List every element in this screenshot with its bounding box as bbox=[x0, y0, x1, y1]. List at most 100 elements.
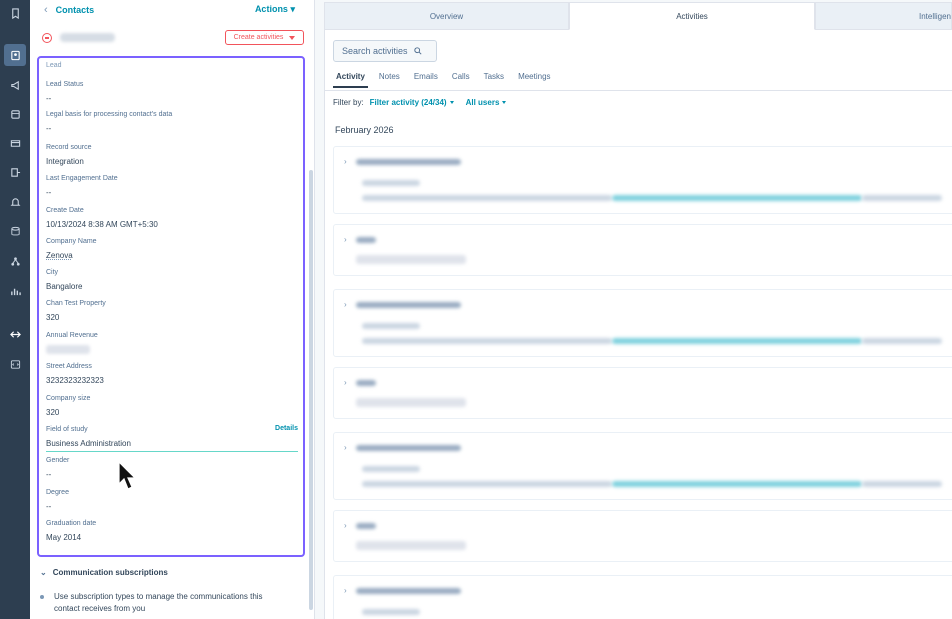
property-label: Street Address bbox=[46, 363, 92, 370]
property-label: Graduation date bbox=[46, 520, 97, 527]
property-street-address[interactable]: Street Address 3232323232323 bbox=[46, 362, 298, 386]
subtab-activity[interactable]: Activity bbox=[333, 68, 368, 88]
mouse-cursor-icon bbox=[118, 460, 137, 490]
code-icon[interactable] bbox=[6, 355, 24, 373]
search-activities-input[interactable]: Search activities bbox=[333, 40, 437, 62]
property-company-name[interactable]: Company Name Zenova bbox=[46, 237, 298, 261]
chevron-left-icon: ‹ bbox=[44, 4, 48, 16]
property-value: 3232323232323 bbox=[46, 376, 104, 385]
subtab-notes[interactable]: Notes bbox=[376, 68, 403, 88]
network-icon[interactable] bbox=[6, 252, 24, 270]
arrows-icon[interactable] bbox=[6, 325, 24, 343]
tab-overview[interactable]: Overview bbox=[324, 2, 569, 30]
property-label: Degree bbox=[46, 489, 69, 496]
activity-card[interactable]: › bbox=[333, 575, 952, 619]
subtabs-divider bbox=[325, 90, 952, 91]
calendar-icon[interactable] bbox=[6, 105, 24, 123]
tab-label: Activities bbox=[676, 11, 708, 21]
property-gender[interactable]: Gender -- bbox=[46, 456, 298, 480]
subtab-calls[interactable]: Calls bbox=[449, 68, 473, 88]
chevron-right-icon: › bbox=[344, 157, 347, 166]
search-placeholder: Search activities bbox=[342, 46, 408, 56]
tab-label: Intelligen bbox=[918, 11, 951, 21]
app-window: ‹ Contacts Actions ▾ Create activities L… bbox=[0, 0, 952, 619]
property-last-engagement-date[interactable]: Last Engagement Date -- bbox=[46, 174, 298, 198]
company-logo-icon bbox=[42, 33, 52, 43]
activity-body-redacted bbox=[362, 338, 612, 344]
property-annual-revenue[interactable]: Annual Revenue bbox=[46, 331, 298, 354]
activity-card[interactable]: › bbox=[333, 432, 952, 500]
actions-label: Actions bbox=[254, 4, 288, 14]
properties-panel: Lead Lead Status -- Legal basis for proc… bbox=[37, 56, 305, 557]
property-create-date[interactable]: Create Date 10/13/2024 8:38 AM GMT+5:30 bbox=[46, 206, 298, 230]
subtab-tasks[interactable]: Tasks bbox=[481, 68, 507, 88]
sidebar-scrollbar[interactable] bbox=[309, 170, 313, 610]
property-legal-basis[interactable]: Legal basis for processing contact's dat… bbox=[46, 110, 298, 134]
activity-card[interactable]: › bbox=[333, 224, 952, 276]
property-value: Zenova bbox=[46, 251, 73, 260]
property-label: Annual Revenue bbox=[46, 332, 98, 339]
activity-card[interactable]: › bbox=[333, 367, 952, 419]
bookmark-icon[interactable] bbox=[6, 4, 24, 22]
property-value: Bangalore bbox=[46, 282, 83, 291]
bell-icon[interactable] bbox=[6, 193, 24, 211]
filter-activity-dropdown[interactable]: Filter activity (24/34) bbox=[370, 98, 454, 107]
activity-card[interactable]: › bbox=[333, 146, 952, 214]
activity-body-redacted bbox=[862, 195, 942, 201]
property-label: Record source bbox=[46, 144, 92, 151]
activity-type-tabs: Activity Notes Emails Calls Tasks Meetin… bbox=[333, 68, 554, 88]
communication-subscriptions-section: ⌄ Communication subscriptions Use subscr… bbox=[40, 568, 305, 615]
property-chan-test-property[interactable]: Chan Test Property 320 bbox=[46, 299, 298, 323]
property-label: Lead Status bbox=[46, 81, 84, 88]
property-value: -- bbox=[46, 94, 52, 103]
back-to-contacts-link[interactable]: ‹ Contacts bbox=[44, 4, 94, 16]
lead-faded-label: Lead bbox=[46, 62, 62, 69]
property-value-redacted bbox=[46, 345, 90, 354]
caret-down-icon bbox=[502, 101, 507, 105]
contact-sidebar: ‹ Contacts Actions ▾ Create activities L… bbox=[30, 0, 315, 619]
activity-body-redacted bbox=[862, 338, 942, 344]
activity-subtitle-redacted bbox=[362, 323, 420, 329]
activity-card[interactable]: › bbox=[333, 510, 952, 562]
property-record-source[interactable]: Record source Integration bbox=[46, 143, 298, 167]
property-lead-status[interactable]: Lead Status -- bbox=[46, 80, 298, 104]
bar-chart-icon[interactable] bbox=[6, 282, 24, 300]
subtab-meetings[interactable]: Meetings bbox=[515, 68, 553, 88]
comm-description: Use subscription types to manage the com… bbox=[40, 591, 305, 615]
tab-activities[interactable]: Activities bbox=[569, 2, 815, 30]
property-value: -- bbox=[46, 470, 52, 479]
create-activities-button[interactable]: Create activities bbox=[225, 30, 304, 45]
activity-title-redacted bbox=[356, 159, 461, 165]
property-label: City bbox=[46, 269, 59, 276]
communication-subscriptions-toggle[interactable]: ⌄ Communication subscriptions bbox=[40, 568, 305, 577]
details-link[interactable]: Details bbox=[275, 425, 298, 432]
property-label: Company size bbox=[46, 395, 91, 402]
megaphone-icon[interactable] bbox=[6, 76, 24, 94]
property-graduation-date[interactable]: Graduation date May 2014 bbox=[46, 519, 298, 543]
property-degree[interactable]: Degree -- bbox=[46, 488, 298, 512]
activity-body-redacted bbox=[362, 481, 612, 487]
caret-down-icon bbox=[289, 35, 296, 40]
back-link-label: Contacts bbox=[55, 5, 95, 15]
property-company-size[interactable]: Company size 320 bbox=[46, 394, 298, 418]
actions-button[interactable]: Actions ▾ bbox=[255, 4, 295, 15]
export-icon[interactable] bbox=[6, 163, 24, 181]
tab-label: Overview bbox=[429, 11, 464, 21]
tab-intelligence[interactable]: Intelligen bbox=[815, 2, 952, 30]
database-icon[interactable] bbox=[6, 222, 24, 240]
property-field-of-study[interactable]: Field of study Details Business Administ… bbox=[46, 425, 298, 449]
filter-activity-label: Filter activity (24/34) bbox=[369, 98, 447, 107]
record-tabs: Overview Activities Intelligen bbox=[324, 2, 952, 32]
property-label: Company Name bbox=[46, 238, 97, 245]
activity-link-redacted bbox=[612, 481, 862, 487]
property-value: -- bbox=[46, 124, 52, 133]
contacts-icon[interactable] bbox=[4, 44, 26, 66]
chevron-right-icon: › bbox=[344, 235, 347, 244]
property-label: Create Date bbox=[46, 207, 84, 214]
main-area: Overview Activities Intelligen Search ac… bbox=[316, 0, 952, 619]
all-users-dropdown[interactable]: All users bbox=[466, 98, 507, 107]
activity-card[interactable]: › bbox=[333, 289, 952, 357]
inbox-icon[interactable] bbox=[6, 134, 24, 152]
subtab-emails[interactable]: Emails bbox=[411, 68, 441, 88]
property-city[interactable]: City Bangalore bbox=[46, 268, 298, 292]
